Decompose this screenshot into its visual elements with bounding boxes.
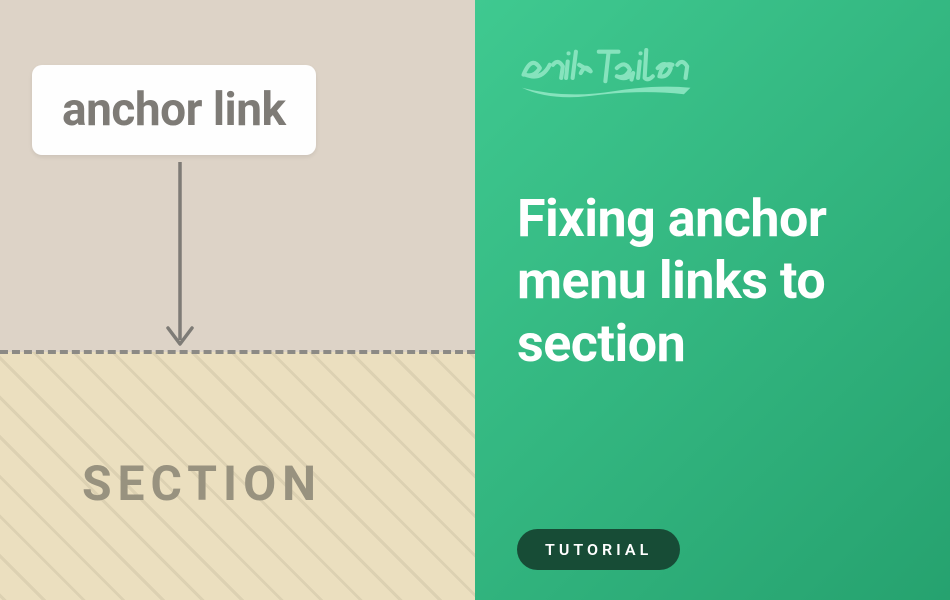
section-label: SECTION (82, 455, 322, 512)
illustration-upper-area (0, 0, 475, 352)
brand-logo (517, 38, 697, 108)
section-boundary-dashed-line (0, 350, 475, 354)
tutorial-title: Fixing anchor menu links to section (517, 188, 908, 375)
content-panel: Fixing anchor menu links to section TUTO… (475, 0, 950, 600)
tutorial-cover: anchor link SECTION (0, 0, 950, 600)
anchor-link-label: anchor link (62, 83, 286, 137)
arrow-down-icon (165, 162, 195, 350)
category-badge: TUTORIAL (517, 529, 680, 570)
anchor-link-chip: anchor link (32, 65, 316, 155)
illustration-panel: anchor link SECTION (0, 0, 475, 600)
